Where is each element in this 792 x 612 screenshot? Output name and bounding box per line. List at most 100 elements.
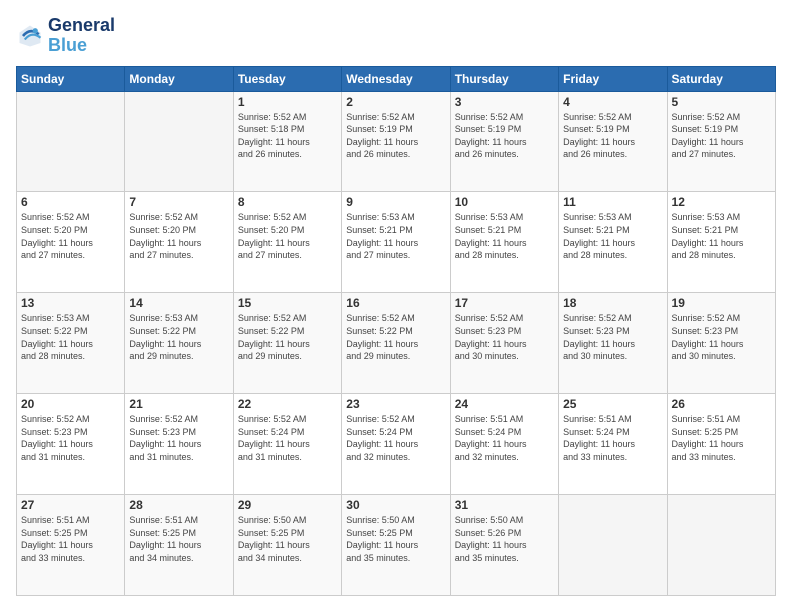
day-info: Sunrise: 5:52 AM Sunset: 5:20 PM Dayligh… xyxy=(238,211,337,261)
day-number: 24 xyxy=(455,397,554,411)
day-number: 9 xyxy=(346,195,445,209)
day-number: 11 xyxy=(563,195,662,209)
day-info: Sunrise: 5:52 AM Sunset: 5:24 PM Dayligh… xyxy=(238,413,337,463)
day-number: 15 xyxy=(238,296,337,310)
calendar-cell: 16 Sunrise: 5:52 AM Sunset: 5:22 PM Dayli… xyxy=(342,293,450,394)
calendar-cell: 26 Sunrise: 5:51 AM Sunset: 5:25 PM Dayli… xyxy=(667,394,775,495)
day-number: 1 xyxy=(238,95,337,109)
calendar-cell: 3Sunrise: 5:52 AM Sunset: 5:19 PM Daylig… xyxy=(450,91,558,192)
day-info: Sunrise: 5:51 AM Sunset: 5:25 PM Dayligh… xyxy=(672,413,771,463)
calendar-cell: 30 Sunrise: 5:50 AM Sunset: 5:25 PM Dayli… xyxy=(342,495,450,596)
day-info: Sunrise: 5:52 AM Sunset: 5:22 PM Dayligh… xyxy=(346,312,445,362)
logo-icon xyxy=(16,22,44,50)
calendar-cell: 23Sunrise: 5:52 AM Sunset: 5:24 PM Dayli… xyxy=(342,394,450,495)
day-number: 18 xyxy=(563,296,662,310)
calendar-cell: 17Sunrise: 5:52 AM Sunset: 5:23 PM Dayli… xyxy=(450,293,558,394)
day-info: Sunrise: 5:52 AM Sunset: 5:23 PM Dayligh… xyxy=(21,413,120,463)
calendar-cell xyxy=(125,91,233,192)
calendar-cell: 11Sunrise: 5:53 AM Sunset: 5:21 PM Dayli… xyxy=(559,192,667,293)
day-number: 29 xyxy=(238,498,337,512)
calendar-cell: 12 Sunrise: 5:53 AM Sunset: 5:21 PM Dayli… xyxy=(667,192,775,293)
day-info: Sunrise: 5:52 AM Sunset: 5:23 PM Dayligh… xyxy=(563,312,662,362)
page: General Blue SundayMondayTuesdayWednesda… xyxy=(0,0,792,612)
header: General Blue xyxy=(16,16,776,56)
day-number: 8 xyxy=(238,195,337,209)
day-number: 13 xyxy=(21,296,120,310)
day-number: 6 xyxy=(21,195,120,209)
day-info: Sunrise: 5:52 AM Sunset: 5:22 PM Dayligh… xyxy=(238,312,337,362)
day-number: 27 xyxy=(21,498,120,512)
weekday-header: Saturday xyxy=(667,66,775,91)
day-number: 19 xyxy=(672,296,771,310)
day-info: Sunrise: 5:50 AM Sunset: 5:26 PM Dayligh… xyxy=(455,514,554,564)
day-number: 5 xyxy=(672,95,771,109)
calendar-cell: 21Sunrise: 5:52 AM Sunset: 5:23 PM Dayli… xyxy=(125,394,233,495)
day-number: 12 xyxy=(672,195,771,209)
day-number: 28 xyxy=(129,498,228,512)
calendar-week-row: 27 Sunrise: 5:51 AM Sunset: 5:25 PM Dayli… xyxy=(17,495,776,596)
calendar-cell: 2Sunrise: 5:52 AM Sunset: 5:19 PM Daylig… xyxy=(342,91,450,192)
day-number: 7 xyxy=(129,195,228,209)
calendar-cell: 8 Sunrise: 5:52 AM Sunset: 5:20 PM Daylig… xyxy=(233,192,341,293)
day-info: Sunrise: 5:52 AM Sunset: 5:20 PM Dayligh… xyxy=(129,211,228,261)
day-info: Sunrise: 5:52 AM Sunset: 5:20 PM Dayligh… xyxy=(21,211,120,261)
day-info: Sunrise: 5:51 AM Sunset: 5:25 PM Dayligh… xyxy=(129,514,228,564)
day-info: Sunrise: 5:52 AM Sunset: 5:23 PM Dayligh… xyxy=(455,312,554,362)
calendar-cell: 25 Sunrise: 5:51 AM Sunset: 5:24 PM Dayli… xyxy=(559,394,667,495)
calendar-cell: 27 Sunrise: 5:51 AM Sunset: 5:25 PM Dayli… xyxy=(17,495,125,596)
calendar-cell: 19 Sunrise: 5:52 AM Sunset: 5:23 PM Dayli… xyxy=(667,293,775,394)
logo-text: General Blue xyxy=(48,16,115,56)
day-info: Sunrise: 5:51 AM Sunset: 5:24 PM Dayligh… xyxy=(455,413,554,463)
calendar-cell: 14Sunrise: 5:53 AM Sunset: 5:22 PM Dayli… xyxy=(125,293,233,394)
day-number: 10 xyxy=(455,195,554,209)
calendar-cell: 31 Sunrise: 5:50 AM Sunset: 5:26 PM Dayli… xyxy=(450,495,558,596)
day-info: Sunrise: 5:51 AM Sunset: 5:24 PM Dayligh… xyxy=(563,413,662,463)
calendar-cell: 10 Sunrise: 5:53 AM Sunset: 5:21 PM Dayli… xyxy=(450,192,558,293)
calendar: SundayMondayTuesdayWednesdayThursdayFrid… xyxy=(16,66,776,596)
calendar-cell: 1 Sunrise: 5:52 AM Sunset: 5:18 PM Daylig… xyxy=(233,91,341,192)
day-info: Sunrise: 5:52 AM Sunset: 5:23 PM Dayligh… xyxy=(129,413,228,463)
weekday-header: Friday xyxy=(559,66,667,91)
day-info: Sunrise: 5:52 AM Sunset: 5:18 PM Dayligh… xyxy=(238,111,337,161)
day-number: 20 xyxy=(21,397,120,411)
day-number: 31 xyxy=(455,498,554,512)
calendar-cell: 5 Sunrise: 5:52 AM Sunset: 5:19 PM Daylig… xyxy=(667,91,775,192)
day-info: Sunrise: 5:53 AM Sunset: 5:21 PM Dayligh… xyxy=(672,211,771,261)
calendar-week-row: 13 Sunrise: 5:53 AM Sunset: 5:22 PM Dayli… xyxy=(17,293,776,394)
day-info: Sunrise: 5:53 AM Sunset: 5:22 PM Dayligh… xyxy=(129,312,228,362)
day-info: Sunrise: 5:52 AM Sunset: 5:23 PM Dayligh… xyxy=(672,312,771,362)
day-number: 26 xyxy=(672,397,771,411)
day-info: Sunrise: 5:53 AM Sunset: 5:21 PM Dayligh… xyxy=(346,211,445,261)
calendar-cell: 15 Sunrise: 5:52 AM Sunset: 5:22 PM Dayli… xyxy=(233,293,341,394)
calendar-cell: 6 Sunrise: 5:52 AM Sunset: 5:20 PM Daylig… xyxy=(17,192,125,293)
calendar-cell: 20 Sunrise: 5:52 AM Sunset: 5:23 PM Dayli… xyxy=(17,394,125,495)
calendar-cell: 22 Sunrise: 5:52 AM Sunset: 5:24 PM Dayli… xyxy=(233,394,341,495)
day-info: Sunrise: 5:53 AM Sunset: 5:21 PM Dayligh… xyxy=(455,211,554,261)
calendar-cell xyxy=(559,495,667,596)
day-number: 3 xyxy=(455,95,554,109)
calendar-cell: 7 Sunrise: 5:52 AM Sunset: 5:20 PM Daylig… xyxy=(125,192,233,293)
day-number: 30 xyxy=(346,498,445,512)
day-info: Sunrise: 5:51 AM Sunset: 5:25 PM Dayligh… xyxy=(21,514,120,564)
calendar-cell xyxy=(667,495,775,596)
day-info: Sunrise: 5:52 AM Sunset: 5:19 PM Dayligh… xyxy=(563,111,662,161)
calendar-header-row: SundayMondayTuesdayWednesdayThursdayFrid… xyxy=(17,66,776,91)
day-number: 22 xyxy=(238,397,337,411)
calendar-cell: 4 Sunrise: 5:52 AM Sunset: 5:19 PM Daylig… xyxy=(559,91,667,192)
calendar-cell: 18 Sunrise: 5:52 AM Sunset: 5:23 PM Dayli… xyxy=(559,293,667,394)
day-info: Sunrise: 5:52 AM Sunset: 5:19 PM Dayligh… xyxy=(672,111,771,161)
day-info: Sunrise: 5:52 AM Sunset: 5:24 PM Dayligh… xyxy=(346,413,445,463)
day-info: Sunrise: 5:50 AM Sunset: 5:25 PM Dayligh… xyxy=(238,514,337,564)
day-info: Sunrise: 5:53 AM Sunset: 5:22 PM Dayligh… xyxy=(21,312,120,362)
weekday-header: Wednesday xyxy=(342,66,450,91)
calendar-cell xyxy=(17,91,125,192)
weekday-header: Monday xyxy=(125,66,233,91)
day-number: 25 xyxy=(563,397,662,411)
weekday-header: Thursday xyxy=(450,66,558,91)
day-number: 16 xyxy=(346,296,445,310)
calendar-cell: 29 Sunrise: 5:50 AM Sunset: 5:25 PM Dayli… xyxy=(233,495,341,596)
logo: General Blue xyxy=(16,16,115,56)
day-number: 4 xyxy=(563,95,662,109)
day-info: Sunrise: 5:50 AM Sunset: 5:25 PM Dayligh… xyxy=(346,514,445,564)
weekday-header: Tuesday xyxy=(233,66,341,91)
